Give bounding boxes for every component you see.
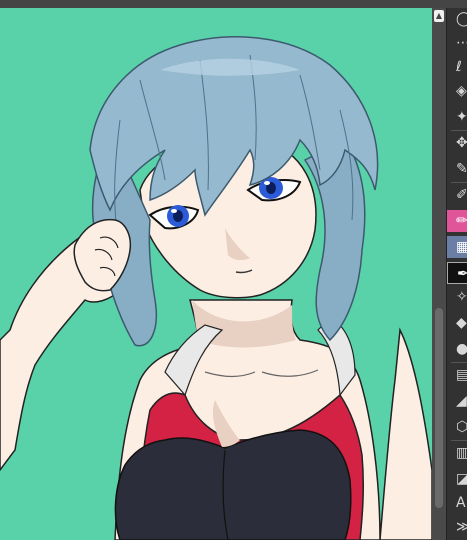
vertical-scrollbar[interactable]: ▲: [432, 8, 446, 540]
tool-lasso-dotted[interactable]: ⋯: [447, 32, 467, 54]
tool-ink[interactable]: ✒: [447, 262, 467, 284]
grid-icon: ▥: [456, 445, 467, 461]
tool-frame[interactable]: ◪: [447, 468, 467, 490]
tool-pencil[interactable]: ✐: [447, 184, 467, 206]
ellipse-select-icon: ◯: [456, 11, 467, 27]
tool-pen[interactable]: ✎: [447, 158, 467, 180]
tool-lasso[interactable]: ℓ: [447, 56, 467, 78]
move-icon: ✥: [456, 135, 467, 151]
lasso-dotted-icon: ⋯: [456, 35, 467, 51]
blend-icon: ●: [456, 341, 467, 357]
tool-eraser[interactable]: ◆: [447, 312, 467, 334]
shape-icon: ⬡: [456, 419, 467, 435]
pencil-icon: ✐: [456, 187, 467, 203]
text-icon: A: [456, 495, 466, 511]
lasso-icon: ℓ: [456, 59, 462, 75]
tool-fill[interactable]: ◢: [447, 390, 467, 412]
marker-icon: ✏: [456, 213, 467, 229]
tool-sparkle[interactable]: ✧: [447, 286, 467, 308]
tool-blend[interactable]: ●: [447, 338, 467, 360]
tool-ellipse-select[interactable]: ◯: [447, 8, 467, 30]
frame-icon: ◪: [456, 471, 467, 487]
tool-gradient[interactable]: ▤: [447, 364, 467, 386]
toolbar-separator: [451, 130, 467, 131]
ink-icon: ✒: [457, 266, 467, 282]
tool-layers[interactable]: ◈: [447, 80, 467, 102]
layers-icon: ◈: [456, 83, 467, 99]
sparkle-icon: ✧: [456, 289, 467, 305]
tool-brush[interactable]: ▦: [447, 236, 467, 258]
tool-balloon[interactable]: ≫: [447, 516, 467, 538]
toolbar-separator: [451, 182, 467, 183]
scroll-thumb[interactable]: [435, 308, 443, 508]
eraser-icon: ◆: [456, 315, 467, 331]
toolbar-separator: [451, 362, 467, 363]
tool-grid[interactable]: ▥: [447, 442, 467, 464]
tool-shape[interactable]: ⬡: [447, 416, 467, 438]
tool-magic-wand[interactable]: ✦: [447, 106, 467, 128]
tool-move[interactable]: ✥: [447, 132, 467, 154]
drawing-canvas[interactable]: [0, 8, 432, 540]
pen-icon: ✎: [456, 161, 467, 177]
toolbar-separator: [451, 440, 467, 441]
scroll-up-button[interactable]: ▲: [434, 10, 444, 22]
tool-palette: ◯ ⋯ ℓ ◈ ✦ ✥ ✎ ✐ ✏ ▦ ✒ ✧ ◆ ● ▤ ◢ ⬡ ▥ ◪ A …: [446, 8, 467, 540]
gradient-icon: ▤: [456, 367, 467, 383]
magic-wand-icon: ✦: [456, 109, 467, 125]
fill-icon: ◢: [456, 393, 467, 409]
artwork-illustration: [0, 8, 432, 540]
top-bar: [0, 0, 467, 8]
balloon-icon: ≫: [456, 519, 467, 535]
tool-marker[interactable]: ✏: [447, 210, 467, 232]
tool-text[interactable]: A: [447, 492, 467, 514]
brush-icon: ▦: [456, 239, 467, 255]
